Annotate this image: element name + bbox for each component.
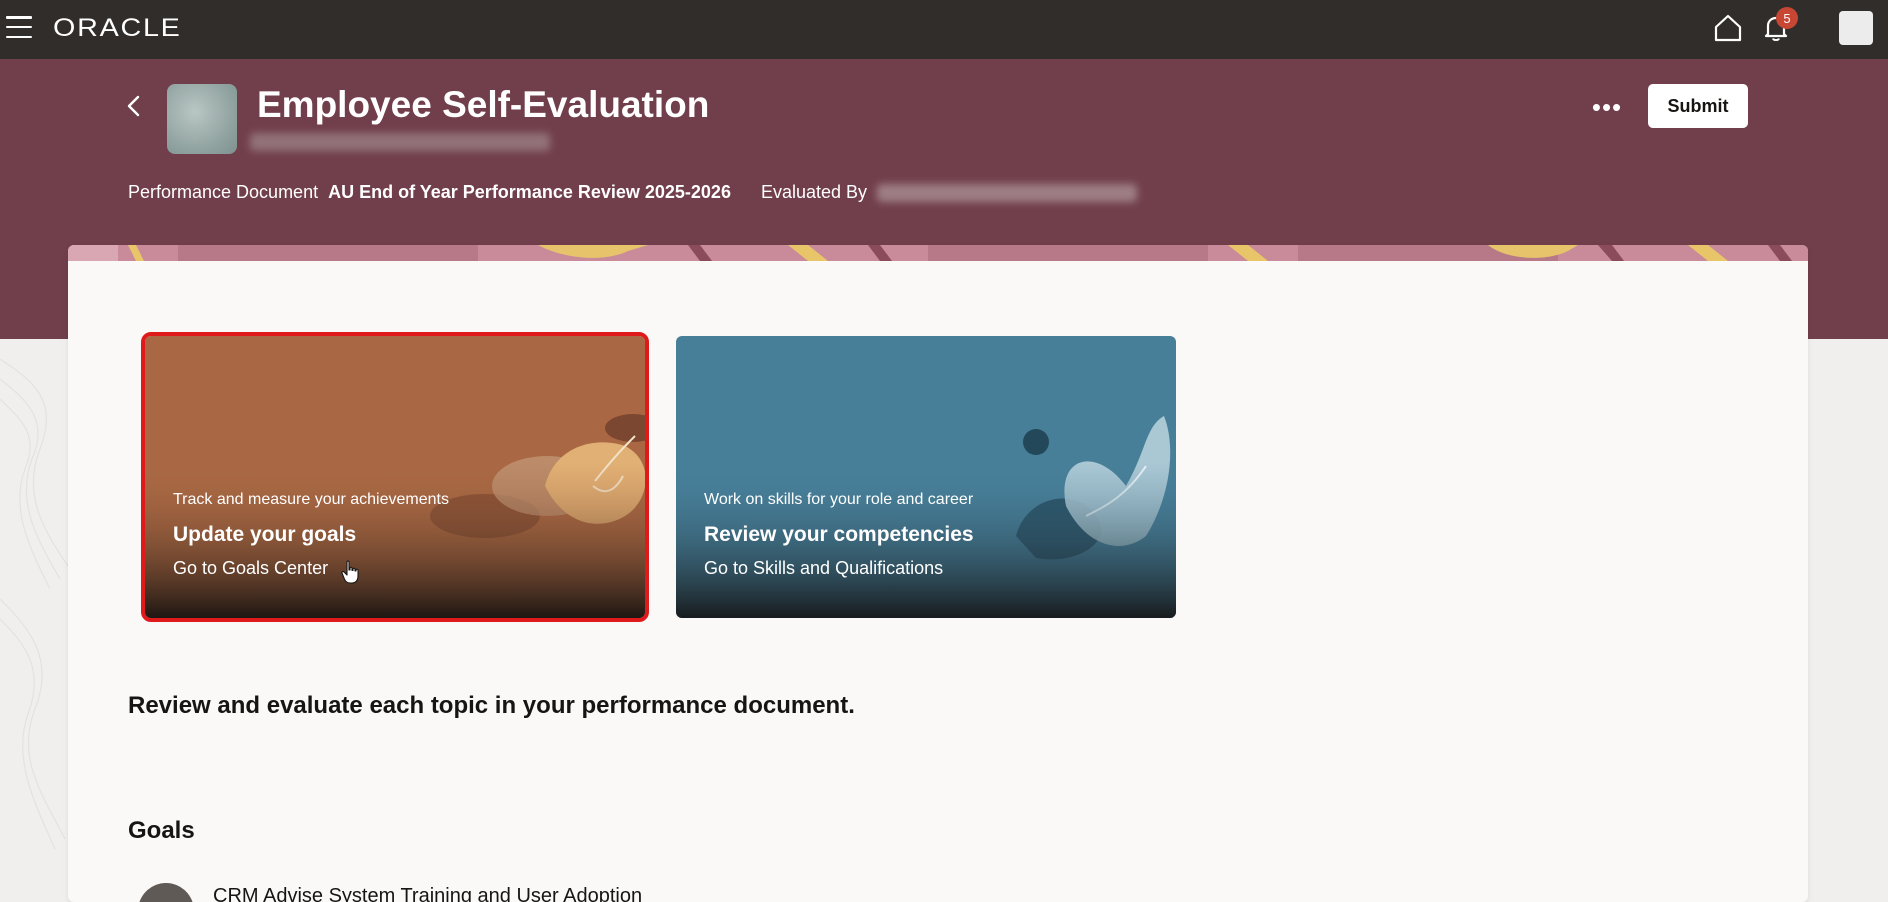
evaluated-by-value-redacted (877, 183, 1138, 202)
evaluated-by-label: Evaluated By (760, 182, 868, 202)
page-subtitle-redacted (250, 133, 550, 151)
decorative-banner (68, 245, 1808, 261)
page-title: Employee Self-Evaluation (257, 84, 710, 125)
review-competencies-tile[interactable]: Work on skills for your role and career … (676, 336, 1176, 618)
document-avatar (167, 84, 237, 154)
user-avatar[interactable] (1839, 11, 1873, 45)
skills-qualifications-link[interactable]: Go to Skills and Qualifications (704, 558, 943, 579)
goals-tile-eyebrow: Track and measure your achievements (173, 491, 449, 508)
competencies-tile-title: Review your competencies (704, 523, 974, 546)
main-content-card: Track and measure your achievements Upda… (68, 245, 1808, 902)
update-goals-tile[interactable]: Track and measure your achievements Upda… (141, 332, 649, 622)
goals-center-link[interactable]: Go to Goals Center (173, 558, 328, 579)
goal-avatar (138, 883, 194, 902)
submit-button[interactable]: Submit (1648, 84, 1748, 128)
home-icon[interactable] (1712, 12, 1744, 44)
oracle-logo[interactable]: ORACLE (53, 14, 182, 43)
performance-document-label: Performance Document (128, 182, 319, 202)
goal-item-title[interactable]: CRM Advise System Training and User Adop… (213, 885, 642, 902)
goals-tile-title: Update your goals (173, 523, 357, 546)
performance-document-value: AU End of Year Performance Review 2025-2… (328, 182, 731, 202)
intro-instruction: Review and evaluate each topic in your p… (128, 692, 855, 719)
goals-section-heading: Goals (128, 817, 195, 844)
mouse-cursor-hand-icon (341, 560, 359, 584)
global-header: ORACLE 5 (0, 0, 1888, 59)
more-actions-button[interactable]: ••• (1590, 90, 1624, 124)
background-pattern (0, 358, 70, 850)
back-chevron-icon[interactable] (124, 94, 144, 118)
competencies-tile-eyebrow: Work on skills for your role and career (704, 491, 974, 508)
notification-count-badge: 5 (1776, 7, 1798, 29)
document-meta: Performance Document AU End of Year Perf… (128, 182, 1138, 203)
hamburger-menu-icon[interactable] (6, 16, 32, 38)
